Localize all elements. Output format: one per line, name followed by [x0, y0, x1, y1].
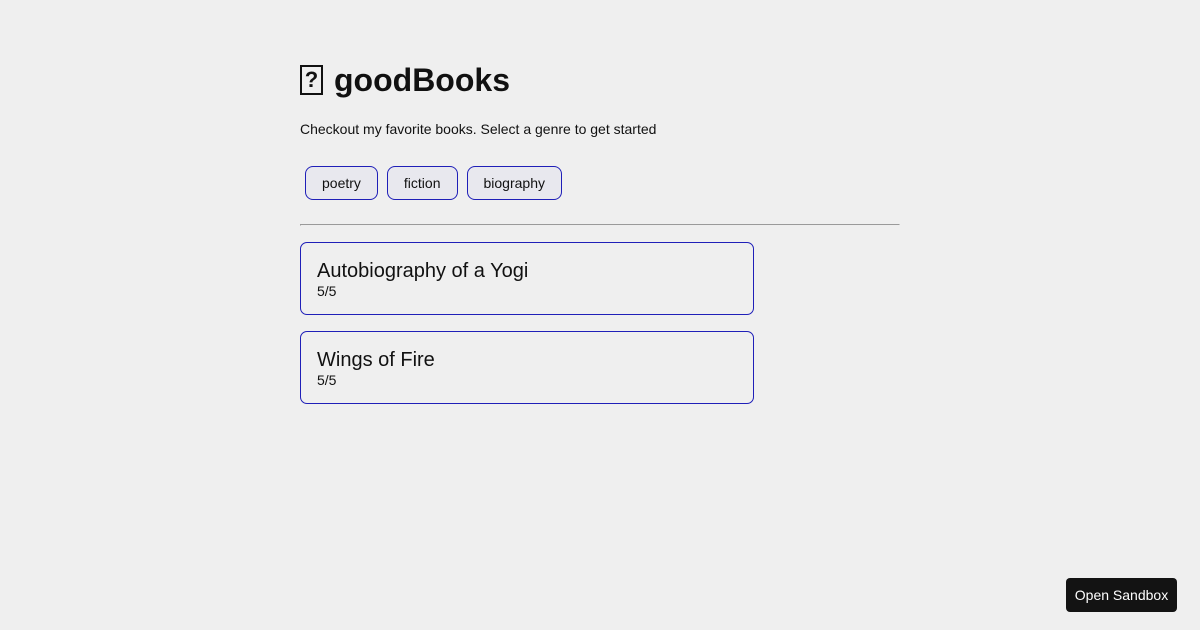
book-rating: 5/5 — [317, 283, 337, 299]
book-list: Autobiography of a Yogi 5/5 Wings of Fir… — [300, 242, 754, 420]
book-name: Autobiography of a Yogi — [317, 260, 529, 282]
book-emoji-icon: ? — [300, 65, 323, 95]
book-card: Autobiography of a Yogi 5/5 — [300, 242, 754, 315]
page-title: ? goodBooks — [300, 60, 510, 100]
book-rating: 5/5 — [317, 372, 337, 388]
open-sandbox-button[interactable]: Open Sandbox — [1066, 578, 1177, 612]
divider — [300, 224, 900, 226]
page-title-text: goodBooks — [334, 62, 510, 98]
book-card: Wings of Fire 5/5 — [300, 331, 754, 404]
genre-button-fiction[interactable]: fiction — [386, 166, 458, 200]
genre-button-biography[interactable]: biography — [466, 166, 562, 200]
page-subtitle: Checkout my favorite books. Select a gen… — [300, 121, 657, 137]
genre-button-poetry[interactable]: poetry — [305, 166, 378, 200]
book-name: Wings of Fire — [317, 349, 435, 371]
genre-button-group: poetry fiction biography — [305, 166, 562, 200]
